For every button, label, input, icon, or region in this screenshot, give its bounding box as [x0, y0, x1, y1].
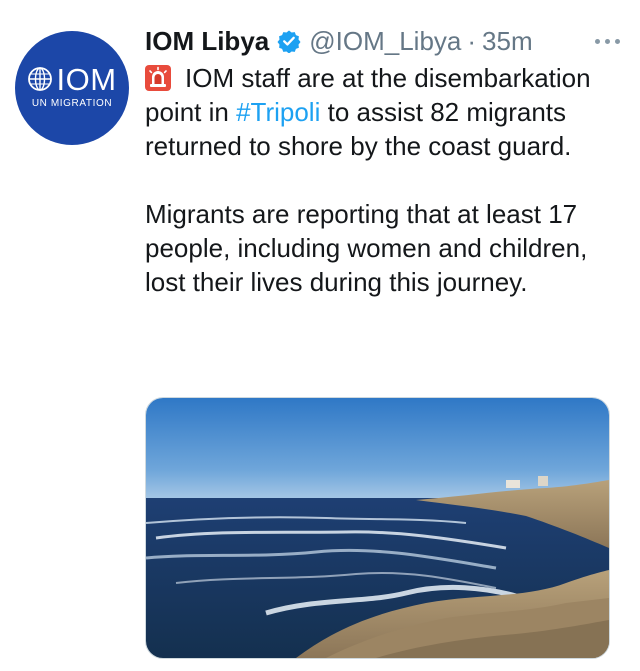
- user-handle[interactable]: @IOM_Libya: [309, 24, 461, 58]
- separator-dot: ·: [467, 26, 477, 56]
- verified-badge-icon: [277, 30, 301, 53]
- tweet-body: IOM staff are at the disembarkation poin…: [145, 61, 615, 299]
- tweet-paragraph-2: Migrants are reporting that at least 17 …: [145, 199, 588, 297]
- hashtag-link[interactable]: #Tripoli: [236, 97, 320, 127]
- tweet-header: IOM Libya @IOM_Libya · 35m: [145, 24, 622, 58]
- more-options-icon[interactable]: [593, 33, 622, 50]
- tweet-media-image[interactable]: [145, 397, 610, 659]
- avatar[interactable]: IOM UN MIGRATION: [15, 31, 129, 145]
- siren-icon: [145, 65, 171, 91]
- globe-icon: [28, 67, 53, 91]
- coastline-photo: [146, 398, 609, 658]
- tweet-timestamp[interactable]: 35m: [482, 24, 533, 58]
- tweet-paragraph-1: IOM staff are at the disembarkation poin…: [145, 61, 615, 163]
- avatar-logo: IOM: [27, 64, 116, 95]
- display-name[interactable]: IOM Libya: [145, 24, 269, 58]
- avatar-logo-text: IOM: [56, 61, 117, 97]
- avatar-logo-subtext: UN MIGRATION: [31, 97, 113, 109]
